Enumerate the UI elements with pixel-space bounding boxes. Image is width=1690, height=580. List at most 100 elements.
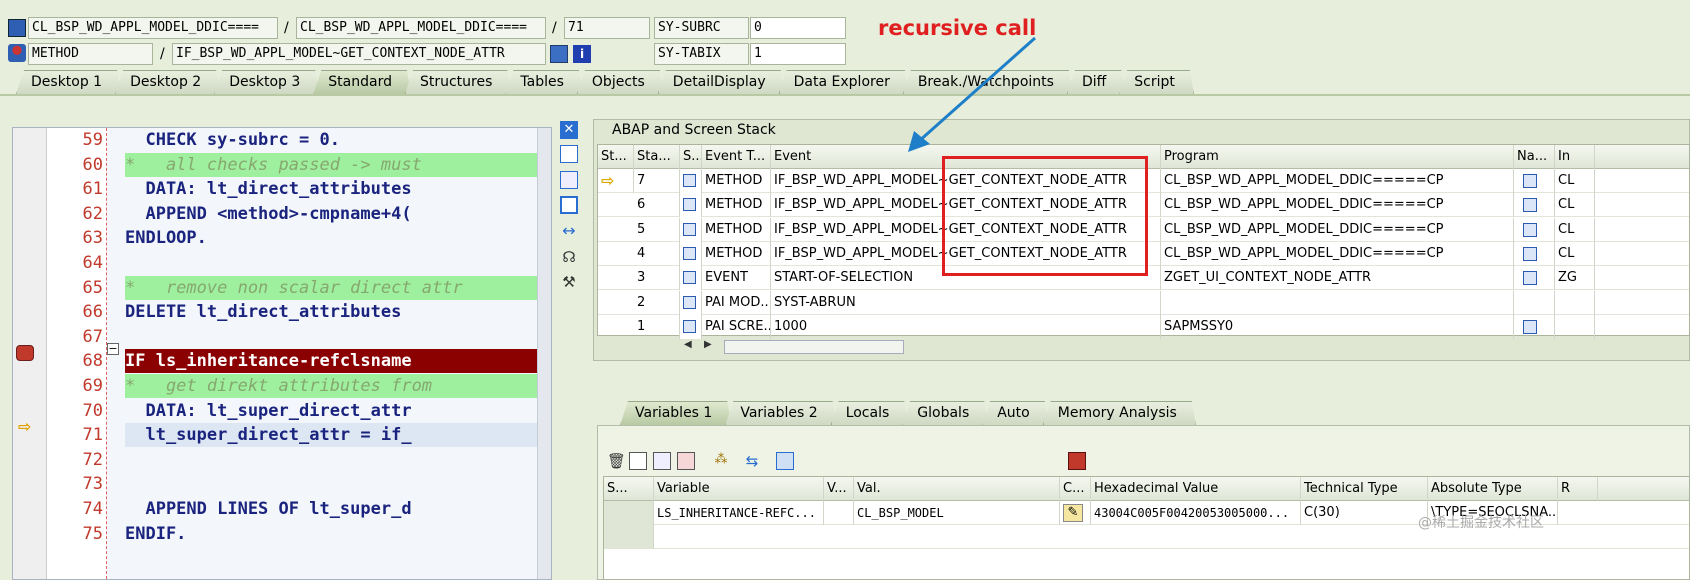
tab-data-explorer[interactable]: Data Explorer [779,70,909,94]
include-field[interactable]: CL_BSP_WD_APPL_MODEL_DDIC==== [296,17,546,39]
stack-column-header[interactable]: St... [598,145,634,169]
code-line[interactable]: 59 CHECK sy-subrc = 0. [13,128,551,152]
split-horizontal-icon[interactable]: ↔ [560,222,578,240]
maximize-icon[interactable] [560,196,578,214]
navigate-cell[interactable] [1514,290,1555,315]
variable-column-header[interactable]: R [1558,477,1598,501]
var-tab-variables-2[interactable]: Variables 2 [725,401,836,425]
variable-column-header[interactable]: Val. [854,477,1060,501]
code-line[interactable]: 63 ENDLOOP. [13,226,551,250]
sy-tabix-value[interactable]: 1 [750,43,846,65]
navigate-icon[interactable] [1523,319,1537,334]
tab-objects[interactable]: Objects [577,70,664,94]
grid-icon[interactable]: ⁂ [712,452,730,470]
code-line[interactable]: 60 * all checks passed -> must [13,152,551,177]
code-line[interactable]: 70 DATA: lt_super_direct_attr [13,399,551,423]
variable-name[interactable]: LS_INHERITANCE-REFC... [654,501,824,525]
navigate-cell[interactable] [1514,169,1555,193]
code-line[interactable]: 62 APPEND <method>-cmpname+4( [13,202,551,226]
breakpoint-icon[interactable] [16,345,34,361]
variable-column-header[interactable]: V... [824,477,854,501]
stack-column-header[interactable]: Program [1161,145,1514,169]
code-line[interactable]: 66 DELETE lt_direct_attributes [13,300,551,324]
navigate-icon[interactable] [1523,271,1537,286]
close-icon[interactable]: ✕ [560,121,578,139]
var-tab-variables-1[interactable]: Variables 1 [620,401,731,425]
navigate-cell[interactable] [1514,241,1555,266]
tab-desktop-2[interactable]: Desktop 2 [115,70,220,94]
scrollbar[interactable] [537,128,551,579]
tab-standard[interactable]: Standard [313,70,411,94]
tab-diff[interactable]: Diff [1067,70,1125,94]
sy-subrc-value[interactable]: 0 [750,17,846,39]
stack-column-header[interactable]: In [1555,145,1595,169]
stack-hscroll[interactable]: ◀ ▶ [684,339,924,355]
headset-icon[interactable]: ☊ [560,248,578,266]
scroll-thumb[interactable] [724,340,904,354]
method-field[interactable]: IF_BSP_WD_APPL_MODEL~GET_CONTEXT_NODE_AT… [172,43,546,65]
pencil-icon[interactable]: ✎ [1063,504,1083,522]
save-layout-icon[interactable] [677,452,695,470]
tab-detaildisplay[interactable]: DetailDisplay [658,70,785,94]
tab-tables[interactable]: Tables [505,70,583,94]
info-icon[interactable]: i [573,45,591,63]
var-tab-globals[interactable]: Globals [902,401,988,425]
code-line[interactable]: 67 [13,325,551,349]
variable-column-header[interactable]: Variable [654,477,824,501]
code-line[interactable]: 61 DATA: lt_direct_attributes [13,177,551,201]
navigate-icon[interactable] [1523,246,1537,261]
stack-column-header[interactable]: S... [680,145,702,169]
variable-column-header[interactable]: Absolute Type [1428,477,1558,501]
var-tab-memory-analysis[interactable]: Memory Analysis [1043,401,1196,425]
code-line[interactable]: 74 APPEND LINES OF lt_super_d [13,497,551,521]
navigate-icon[interactable] [550,45,568,63]
line-field[interactable]: 71 [564,17,650,39]
code-line[interactable]: 64 [13,251,551,275]
tab-script[interactable]: Script [1119,70,1194,94]
source-code-editor[interactable]: 59 CHECK sy-subrc = 0. 60 * all checks pas… [12,127,552,580]
stack-column-header[interactable]: Na... [1514,145,1555,169]
save-icon[interactable] [1068,452,1086,470]
stack-row[interactable]: 1 PAI SCRE... 1000 SAPMSSY0 [598,314,1689,339]
select-cell[interactable] [604,525,654,549]
type-field[interactable]: METHOD [28,43,153,65]
tools-icon[interactable]: ⚒ [560,273,578,291]
navigate-cell[interactable] [1514,193,1555,218]
code-line[interactable]: 69 * get direkt attributes from [13,374,551,398]
list-icon[interactable] [653,452,671,470]
var-tab-auto[interactable]: Auto [982,401,1049,425]
code-line[interactable]: 73 [13,472,551,496]
navigate-cell[interactable] [1514,217,1555,242]
delete-icon[interactable]: 🗑 [607,452,626,470]
variable-column-header[interactable]: Hexadecimal Value [1091,477,1301,501]
code-line[interactable]: 71 lt_super_direct_attr = if_ [13,423,551,448]
folder-icon[interactable] [776,452,794,470]
navigate-cell[interactable] [1514,314,1555,339]
navigate-cell[interactable] [1514,266,1555,291]
select-cell[interactable] [604,501,654,525]
stack-column-header[interactable]: Sta... [634,145,680,169]
program-field[interactable]: CL_BSP_WD_APPL_MODEL_DDIC==== [28,17,278,39]
variable-value[interactable]: CL_BSP_MODEL [854,501,1060,525]
navigate-icon[interactable] [1523,222,1537,237]
code-line[interactable]: 75 ENDIF. [13,522,551,546]
new-doc-icon[interactable] [560,145,578,163]
tab-desktop-1[interactable]: Desktop 1 [16,70,121,94]
code-line[interactable]: 68 IF ls_inheritance-refclsname [13,349,551,374]
navigate-icon[interactable] [1523,198,1537,213]
variable-column-header[interactable]: Technical Type [1301,477,1428,501]
code-line[interactable]: 65 * remove non scalar direct attr [13,275,551,300]
variable-column-header[interactable]: C... [1060,477,1091,501]
var-tab-locals[interactable]: Locals [831,401,909,425]
code-line[interactable]: 72 [13,448,551,472]
navigate-icon[interactable] [1523,174,1537,188]
variable-column-header[interactable]: S... [604,477,654,501]
details-icon[interactable] [629,452,647,470]
change-cell[interactable]: ✎ [1060,501,1091,525]
transfer-icon[interactable]: ⇆ [743,452,761,470]
tab-desktop-3[interactable]: Desktop 3 [214,70,319,94]
swap-icon[interactable] [560,171,578,189]
stack-column-header[interactable]: Event T... [702,145,771,169]
tab-structures[interactable]: Structures [405,70,511,94]
stack-row[interactable]: 2 PAI MOD... SYST-ABRUN [598,290,1689,315]
